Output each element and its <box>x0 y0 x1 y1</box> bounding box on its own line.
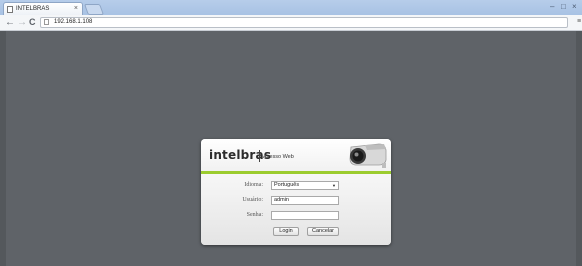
forward-button[interactable]: → <box>17 16 27 29</box>
logo-divider <box>259 150 260 162</box>
page-edge-right <box>576 31 582 266</box>
new-tab-button[interactable] <box>83 4 105 15</box>
login-header: intelbras Acesso Web <box>201 139 391 171</box>
maximize-button[interactable]: □ <box>561 2 566 12</box>
login-card: intelbras Acesso Web Idioma: Português ▼… <box>201 139 391 245</box>
login-form: Idioma: Português ▼ Usuário: admin Senha… <box>201 174 391 245</box>
login-button[interactable]: Login <box>273 227 299 236</box>
address-bar[interactable]: 192.168.1.108 <box>40 17 568 28</box>
login-subtitle: Acesso Web <box>263 154 294 160</box>
address-text: 192.168.1.108 <box>54 19 93 25</box>
back-button[interactable]: ← <box>5 16 15 29</box>
password-label: Senha: <box>246 212 263 218</box>
language-select[interactable]: Português ▼ <box>271 181 339 190</box>
page-icon <box>44 19 49 25</box>
favicon-icon <box>7 6 13 13</box>
close-window-button[interactable]: × <box>572 2 577 12</box>
username-value: admin <box>274 197 289 203</box>
username-label: Usuário: <box>242 197 263 203</box>
page-edge-left <box>0 31 6 266</box>
language-label: Idioma: <box>244 182 263 188</box>
page-viewport: intelbras Acesso Web Idioma: Português ▼… <box>0 31 582 266</box>
browser-titlebar: INTELBRAS × – □ × <box>0 0 582 15</box>
dropdown-arrow-icon: ▼ <box>332 183 336 188</box>
brand-logo: intelbras <box>209 148 272 162</box>
reload-button[interactable]: C <box>29 16 36 29</box>
tab-close-button[interactable]: × <box>74 3 78 15</box>
security-camera-icon <box>349 143 387 168</box>
tab-title: INTELBRAS <box>16 6 50 12</box>
browser-tab[interactable]: INTELBRAS × <box>3 2 83 15</box>
username-field[interactable]: admin <box>271 196 339 205</box>
password-field[interactable] <box>271 211 339 220</box>
menu-icon[interactable]: ≡ <box>577 17 581 27</box>
cancel-button[interactable]: Cancelar <box>307 227 339 236</box>
language-value: Português <box>274 182 300 188</box>
minimize-button[interactable]: – <box>550 2 554 12</box>
browser-toolbar: ← → C 192.168.1.108 ≡ <box>0 15 582 31</box>
